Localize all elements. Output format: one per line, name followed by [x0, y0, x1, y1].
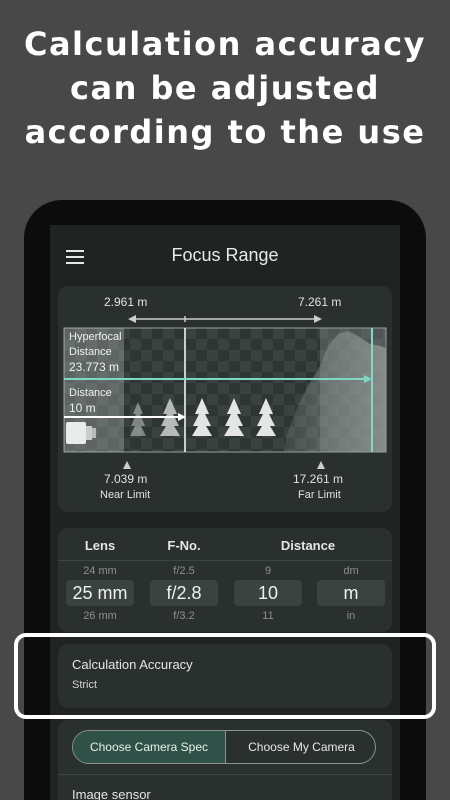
- distance-caption: Distance 10 m: [69, 387, 112, 415]
- lens-picker[interactable]: 25 mm: [66, 580, 134, 606]
- app-bar: Focus Range: [50, 225, 400, 287]
- focus-diagram-card: 2.961 m 7.261 m Hyperfocal Distance 23.7…: [58, 286, 392, 512]
- far-limit-marker: [317, 461, 325, 469]
- near-limit-value: 7.039 m: [104, 472, 148, 486]
- lens-next[interactable]: 26 mm: [66, 610, 134, 622]
- fno-next[interactable]: f/3.2: [150, 610, 218, 622]
- headline-line-1: Calculation accuracy: [23, 25, 427, 63]
- unit-next[interactable]: in: [317, 610, 385, 622]
- promo-headline: Calculation accuracy can be adjusted acc…: [0, 22, 450, 154]
- app-title: Focus Range: [171, 245, 279, 265]
- choose-my-camera-button[interactable]: Choose My Camera: [226, 731, 375, 763]
- headline-line-3: according to the use: [24, 113, 426, 151]
- distance-value: 10 m: [69, 401, 96, 415]
- fno-header: F-No.: [167, 538, 201, 553]
- dof-range-arrow: [128, 315, 322, 323]
- headline-line-2: can be adjusted: [70, 69, 380, 107]
- lens-parameters-card: Lens F-No. Distance 24 mm 25 mm 26 mm f/…: [58, 528, 392, 632]
- distance-header: Distance: [280, 538, 336, 553]
- camera-mode-segmented-control: Choose Camera Spec Choose My Camera: [72, 730, 376, 764]
- distance-prev[interactable]: 9: [234, 565, 302, 577]
- hyperfocal-caption: Hyperfocal Distance 23.773 m: [69, 331, 122, 374]
- unit-picker[interactable]: m: [317, 580, 385, 606]
- far-limit-value: 17.261 m: [293, 472, 344, 486]
- choose-camera-spec-button[interactable]: Choose Camera Spec: [73, 731, 226, 763]
- image-sensor-label[interactable]: Image sensor: [72, 787, 151, 800]
- lens-prev[interactable]: 24 mm: [66, 565, 134, 577]
- far-limit-label: Far Limit: [298, 489, 341, 501]
- accuracy-highlight-frame: [14, 633, 436, 719]
- near-limit-label: Near Limit: [100, 489, 151, 501]
- hyperfocal-value: 23.773 m: [69, 360, 120, 374]
- distance-next[interactable]: 11: [234, 610, 302, 622]
- camera-spec-card: Choose Camera Spec Choose My Camera Imag…: [58, 720, 392, 800]
- fno-picker[interactable]: f/2.8: [150, 580, 218, 606]
- near-limit-marker: [123, 461, 131, 469]
- unit-prev[interactable]: dm: [317, 565, 385, 577]
- distance-picker[interactable]: 10: [234, 580, 302, 606]
- lens-header: Lens: [84, 538, 116, 553]
- fno-prev[interactable]: f/2.5: [150, 565, 218, 577]
